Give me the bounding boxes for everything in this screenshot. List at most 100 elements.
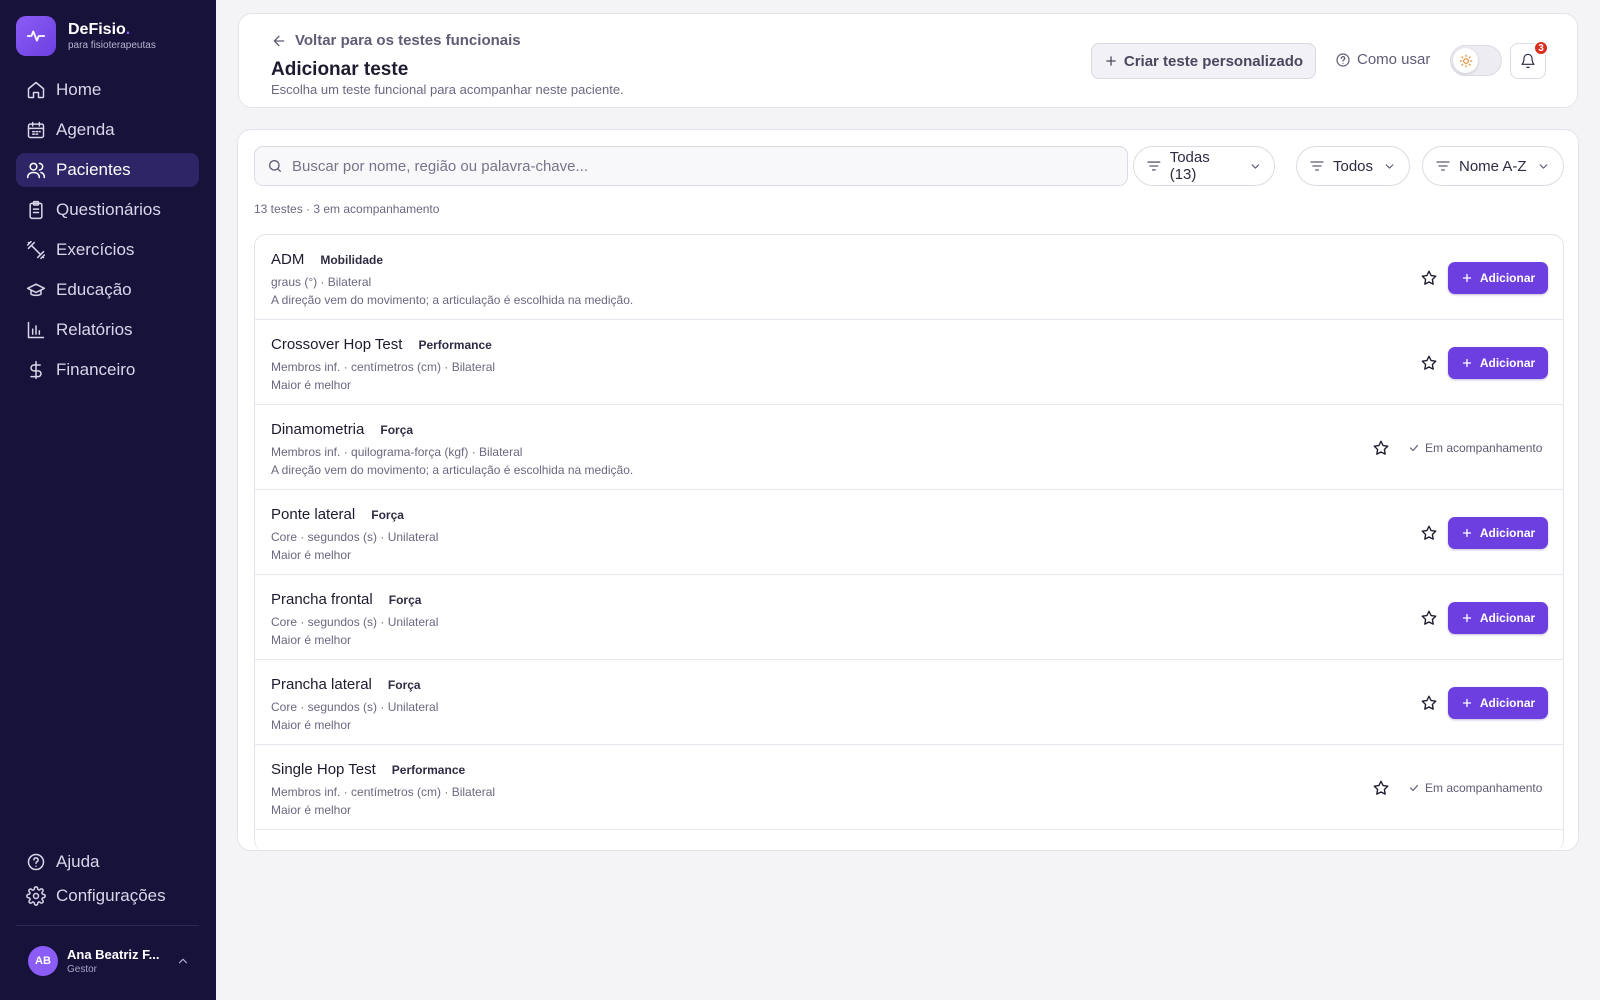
create-custom-test-label: Criar teste personalizado <box>1123 52 1304 70</box>
chevron-down-icon <box>1251 163 1260 169</box>
add-test-button[interactable]: Adicionar <box>1448 517 1548 549</box>
create-custom-test-button[interactable]: Criar teste personalizado <box>1091 43 1316 79</box>
add-test-label: Adicionar <box>1479 271 1536 285</box>
sidebar-item-label: Home <box>56 80 102 99</box>
brand-subtitle: para fisioterapeutas <box>68 39 156 51</box>
sidebar-item-label: Educação <box>56 280 132 299</box>
sidebar-item-educacao[interactable]: Educação <box>16 273 199 307</box>
home-icon <box>27 81 45 99</box>
bar-chart-icon <box>27 321 45 339</box>
tracking-status-label: Em acompanhamento <box>1425 781 1543 795</box>
test-row[interactable]: Ponte lateral Força Core · segundos (s) · … <box>255 490 1563 575</box>
graduation-cap-icon <box>26 283 46 297</box>
brand-name: DeFisio. <box>68 20 131 38</box>
region-filter-value: Todos <box>1333 157 1374 175</box>
chevron-down-icon <box>1385 163 1394 169</box>
add-test-button[interactable]: Adicionar <box>1448 602 1548 634</box>
sidebar-item-configuracoes[interactable]: Configurações <box>16 879 199 913</box>
add-test-label: Adicionar <box>1479 611 1536 625</box>
star-icon[interactable] <box>1420 609 1438 627</box>
sidebar-item-financeiro[interactable]: Financeiro <box>16 353 199 387</box>
test-category-tag: Força <box>380 422 414 437</box>
tracking-status-label: Em acompanhamento <box>1425 441 1543 455</box>
sidebar-item-questionarios[interactable]: Questionários <box>16 193 199 227</box>
test-details: Core · segundos (s) · Unilateral <box>271 700 439 714</box>
test-row[interactable]: Prancha frontal Força Core · segundos (s) … <box>255 575 1563 660</box>
page-title: Adicionar teste <box>271 59 409 80</box>
test-category-tag: Força <box>387 677 421 692</box>
test-name: Crossover Hop Test <box>271 336 403 353</box>
test-category-tag: Mobilidade <box>320 252 384 267</box>
star-icon[interactable] <box>1372 439 1390 457</box>
test-name: Prancha frontal <box>271 591 373 608</box>
plus-icon <box>1462 613 1471 623</box>
add-test-button[interactable]: Adicionar <box>1448 687 1548 719</box>
test-category-tag: Performance <box>391 762 466 777</box>
header-card: Voltar para os testes funcionais Adicion… <box>238 13 1578 108</box>
test-list: ADM Mobilidade graus (°) · Bilateral A dire… <box>254 234 1564 850</box>
star-icon[interactable] <box>1420 354 1438 372</box>
sidebar-item-label: Exercícios <box>56 240 135 259</box>
test-row[interactable]: Crossover Hop Test Performance Membros inf… <box>255 320 1563 405</box>
sidebar-item-label: Financeiro <box>56 360 136 379</box>
star-icon[interactable] <box>1420 269 1438 287</box>
sort-select-value: Nome A-Z <box>1459 157 1527 175</box>
pulse-logo-icon <box>16 16 56 56</box>
chevron-up-icon[interactable] <box>176 954 190 968</box>
sidebar-item-label: Relatórios <box>56 320 133 339</box>
test-name: ADM <box>271 251 305 268</box>
user-role: Gestor <box>67 963 98 975</box>
page-subtitle: Escolha um teste funcional para acompanh… <box>271 82 624 97</box>
sidebar-item-pacientes[interactable]: Pacientes <box>16 153 199 187</box>
user-menu[interactable]: AB Ana Beatriz F... Gestor <box>28 946 190 976</box>
search-input[interactable] <box>292 157 1112 175</box>
sidebar-item-ajuda[interactable]: Ajuda <box>16 845 199 879</box>
how-to-use-button[interactable]: Como usar <box>1335 51 1430 68</box>
back-link[interactable]: Voltar para os testes funcionais <box>271 32 521 49</box>
category-filter[interactable]: Todas (13) <box>1133 146 1275 186</box>
add-test-button[interactable]: Adicionar <box>1448 347 1548 379</box>
star-icon[interactable] <box>1420 694 1438 712</box>
sort-icon <box>1436 161 1450 171</box>
region-filter[interactable]: Todos <box>1296 146 1410 186</box>
sort-select[interactable]: Nome A-Z <box>1422 146 1564 186</box>
help-circle-icon <box>27 853 45 871</box>
users-icon <box>26 162 46 179</box>
category-filter-value: Todas (13) <box>1169 149 1210 183</box>
star-icon[interactable] <box>1420 524 1438 542</box>
test-row[interactable]: Prancha lateral Força Core · segundos (s) … <box>255 660 1563 745</box>
star-icon[interactable] <box>1372 779 1390 797</box>
test-details: Membros inf. · centímetros (cm) · Bilate… <box>271 785 496 799</box>
add-test-button[interactable]: Adicionar <box>1448 262 1548 294</box>
filter-icon <box>1147 161 1161 171</box>
brand[interactable]: DeFisio. para fisioterapeutas <box>16 16 156 56</box>
add-test-label: Adicionar <box>1479 356 1536 370</box>
test-row[interactable]: Single Hop Test Performance Membros inf. ·… <box>255 745 1563 830</box>
plus-icon <box>1462 273 1471 283</box>
sidebar-item-home[interactable]: Home <box>16 73 199 107</box>
sidebar-item-agenda[interactable]: Agenda <box>16 113 199 147</box>
arrow-left-icon <box>273 35 285 46</box>
test-note: A direção vem do movimento; a articulaçã… <box>271 293 634 307</box>
sidebar-item-exercicios[interactable]: Exercícios <box>16 233 199 267</box>
add-test-label: Adicionar <box>1479 526 1536 540</box>
theme-toggle[interactable] <box>1450 45 1502 76</box>
test-row[interactable]: Dinamometria Força Membros inf. · quilogra… <box>255 405 1563 490</box>
notifications-button[interactable]: 3 <box>1510 40 1549 79</box>
back-link-label: Voltar para os testes funcionais <box>295 32 521 49</box>
sidebar-item-label: Pacientes <box>56 160 131 179</box>
test-details: Core · segundos (s) · Unilateral <box>271 530 439 544</box>
dollar-icon <box>30 360 42 380</box>
search-icon <box>269 160 281 172</box>
test-details: Core · segundos (s) · Unilateral <box>271 615 439 629</box>
bell-icon <box>1521 53 1535 69</box>
search-box[interactable] <box>254 146 1128 186</box>
test-row[interactable]: ADM Mobilidade graus (°) · Bilateral A dire… <box>255 235 1563 320</box>
user-name: Ana Beatriz F... <box>67 946 160 962</box>
sidebar-item-relatorios[interactable]: Relatórios <box>16 313 199 347</box>
test-category-tag: Força <box>388 592 422 607</box>
plus-icon <box>1462 698 1471 708</box>
test-name: Dinamometria <box>271 421 365 438</box>
plus-icon <box>1106 56 1116 66</box>
results-summary: 13 testes · 3 em acompanhamento <box>254 202 440 216</box>
